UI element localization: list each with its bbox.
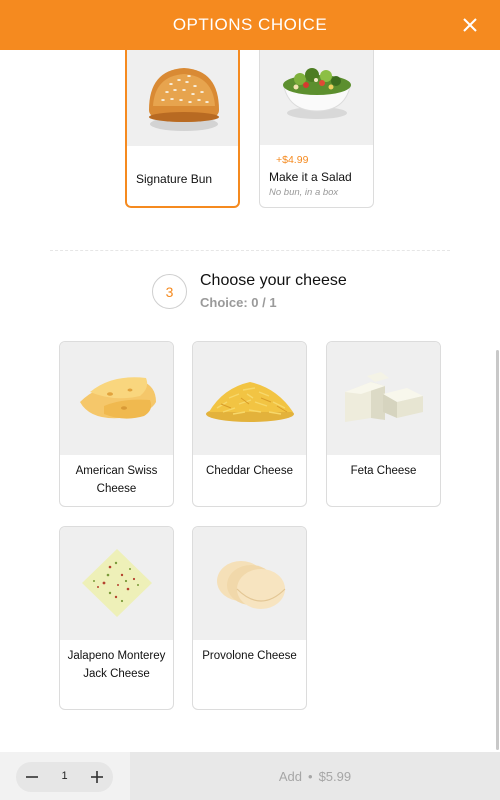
- page-title: OPTIONS CHOICE: [172, 15, 328, 34]
- cheese-name: Provolone Cheese: [202, 650, 297, 662]
- close-icon[interactable]: [460, 15, 480, 35]
- step-number-badge: 3: [152, 274, 187, 309]
- option-name: Make it a Salad: [269, 170, 352, 184]
- add-price: $5.99: [318, 768, 352, 784]
- cheese-name: American Swiss Cheese: [75, 465, 158, 495]
- cheese-card-cheddar[interactable]: Cheddar Cheese: [192, 341, 307, 507]
- plus-icon[interactable]: [89, 769, 105, 785]
- quantity-stepper: 1: [16, 762, 113, 792]
- option-name: Signature Bun: [136, 172, 213, 186]
- jalapeno-monterey-jack-image: [60, 527, 173, 640]
- cheese-card-american-swiss[interactable]: American Swiss Cheese: [59, 341, 174, 507]
- cheese-card-jalapeno-monterey-jack[interactable]: Jalapeno Monterey Jack Cheese: [59, 526, 174, 710]
- add-label: Add: [278, 768, 303, 784]
- option-price: +$4.99: [276, 154, 309, 166]
- cheese-card-feta[interactable]: Feta Cheese: [326, 341, 441, 507]
- provolone-image: [193, 527, 306, 640]
- american-swiss-image: [60, 342, 173, 455]
- footer-bar: 1 Add • $5.99: [0, 752, 500, 800]
- separator-dot: •: [308, 768, 313, 784]
- cheese-card-provolone[interactable]: Provolone Cheese: [192, 526, 307, 710]
- option-subtitle: No bun, in a box: [269, 187, 339, 198]
- header-bar: OPTIONS CHOICE: [0, 0, 500, 50]
- feta-image: [327, 342, 440, 455]
- cheddar-image: [193, 342, 306, 455]
- section-divider: [50, 250, 450, 251]
- option-card-salad[interactable]: +$4.99 Make it a Salad No bun, in a box: [259, 30, 374, 208]
- choice-counter: Choice: 0 / 1: [200, 295, 277, 310]
- section-title: Choose your cheese: [200, 272, 347, 289]
- scrollbar[interactable]: [496, 350, 499, 750]
- cheese-name: Cheddar Cheese: [206, 465, 293, 477]
- add-to-cart-button[interactable]: Add • $5.99: [130, 752, 500, 800]
- option-card-signature-bun[interactable]: Signature Bun: [125, 30, 240, 208]
- cheese-name: Feta Cheese: [350, 465, 417, 477]
- cheese-name: Jalapeno Monterey Jack Cheese: [67, 650, 166, 680]
